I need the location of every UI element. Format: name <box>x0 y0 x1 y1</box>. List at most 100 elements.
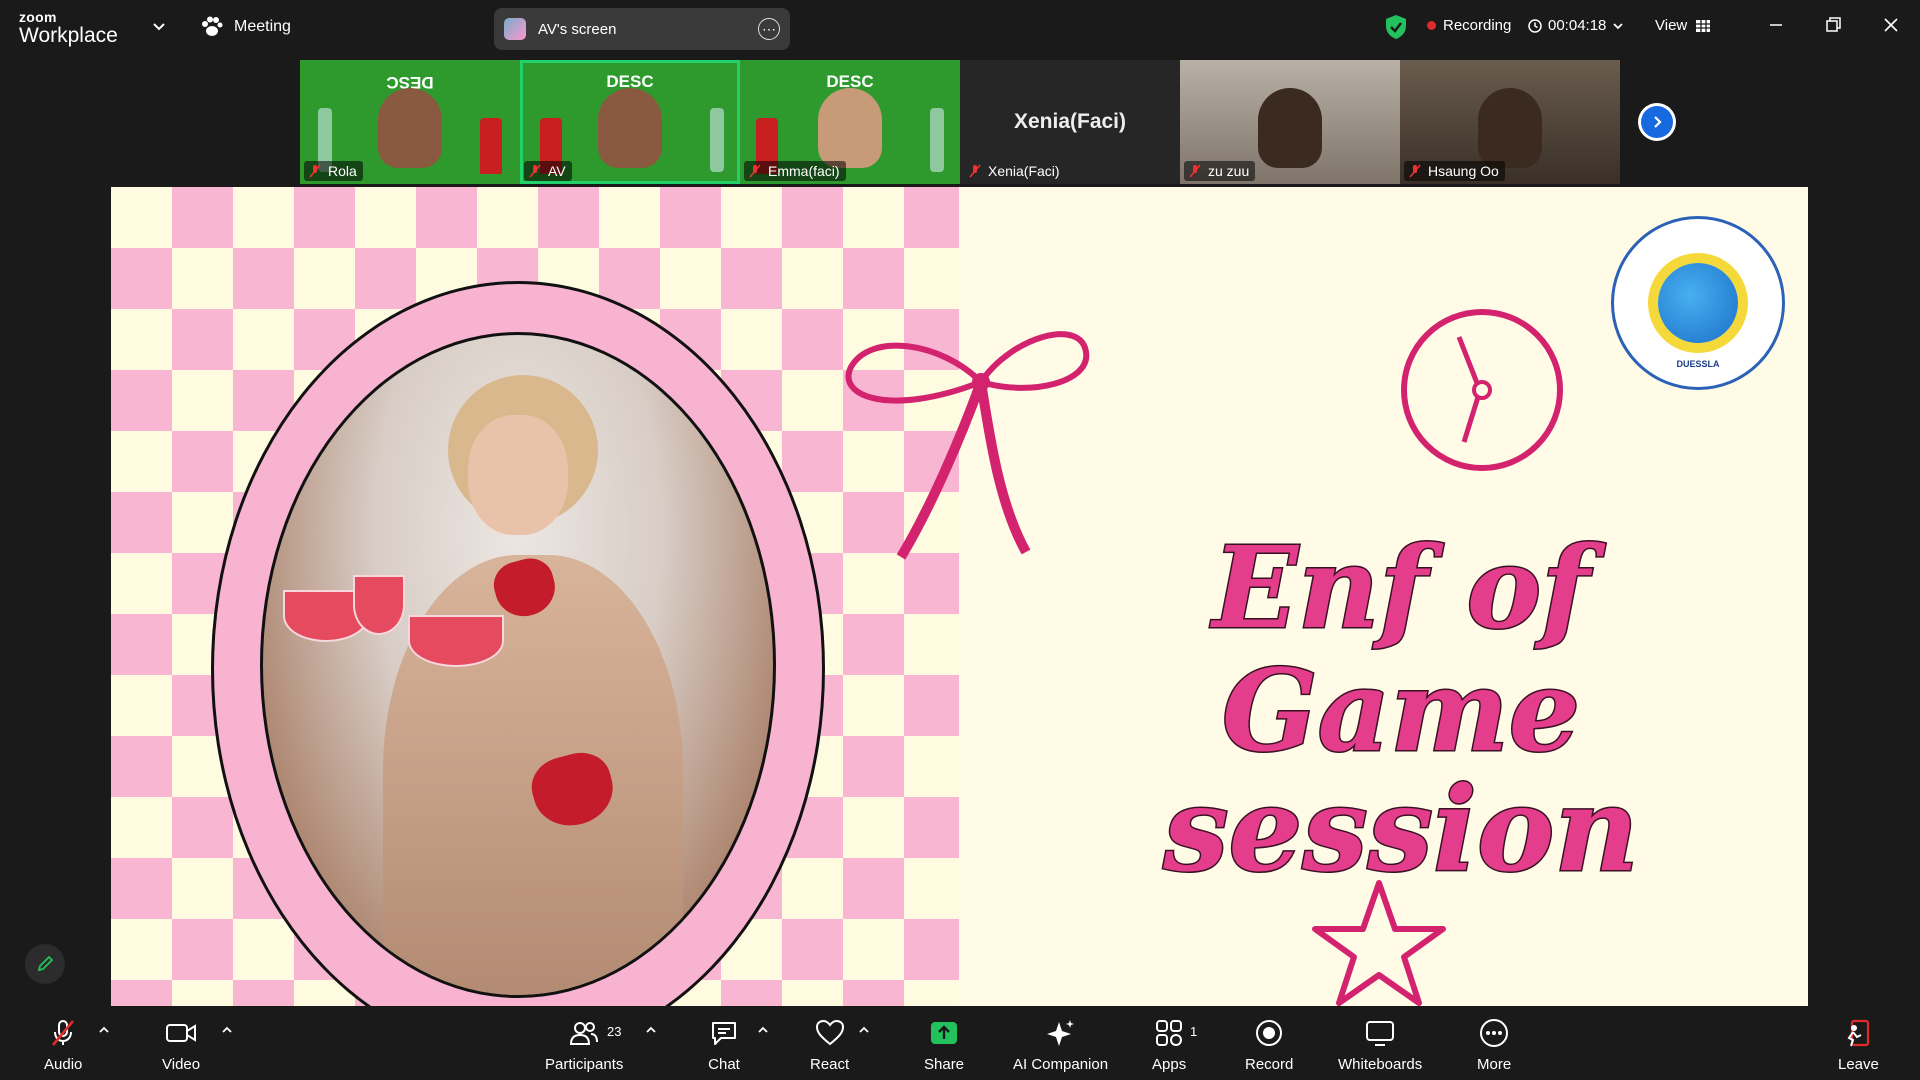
paw-icon <box>202 16 223 36</box>
participant-tile-active[interactable]: DESC AV <box>520 60 740 184</box>
participant-name: Emma(faci) <box>768 163 840 179</box>
chevron-up-icon[interactable] <box>858 1024 870 1036</box>
participant-nametag: Emma(faci) <box>744 161 846 181</box>
participant-tile[interactable]: DESC Rola <box>300 60 520 184</box>
leave-button[interactable]: Leave <box>1838 1016 1879 1073</box>
globe-icon <box>1658 263 1738 343</box>
annotate-pencil-button[interactable] <box>25 944 65 984</box>
participants-label: Participants <box>545 1056 624 1073</box>
chevron-up-icon[interactable] <box>98 1024 110 1036</box>
record-label: Record <box>1245 1056 1294 1073</box>
app-brand: zoom Workplace <box>19 10 118 46</box>
ai-companion-button[interactable]: AI Companion <box>1013 1016 1108 1073</box>
apps-button[interactable]: Apps <box>1152 1016 1186 1073</box>
slide-title-line1: Enf of Game <box>1211 523 1591 778</box>
top-bar: zoom Workplace Meeting AV's screen ⋯ Rec… <box>0 0 1920 56</box>
pencil-icon <box>37 955 54 972</box>
photo-figure-face <box>468 415 568 535</box>
participant-video <box>1478 88 1542 168</box>
phone-box-graphic <box>480 118 502 174</box>
whiteboards-label: Whiteboards <box>1338 1056 1423 1073</box>
chevron-up-icon[interactable] <box>221 1024 233 1036</box>
participant-tile[interactable]: DESC Emma(faci) <box>740 60 960 184</box>
audio-label: Audio <box>44 1056 83 1073</box>
participant-name: Rola <box>328 163 357 179</box>
timer-value: 00:04:18 <box>1548 17 1607 34</box>
apps-icon <box>1152 1016 1186 1050</box>
participants-count: 23 <box>607 1024 622 1039</box>
screen-share-label: AV's screen <box>538 20 617 38</box>
participant-name: zu zuu <box>1208 163 1250 179</box>
meeting-timer[interactable]: 00:04:18 <box>1528 17 1624 34</box>
cocktail-glass <box>408 615 504 667</box>
recording-indicator[interactable]: Recording <box>1427 17 1511 34</box>
share-button[interactable]: Share <box>924 1016 964 1073</box>
recording-label: Recording <box>1443 17 1512 34</box>
chat-button[interactable]: Chat <box>707 1016 741 1073</box>
chat-label: Chat <box>708 1056 740 1073</box>
participant-tile[interactable]: Xenia(Faci) Xenia(Faci) <box>960 60 1180 184</box>
more-label: More <box>1477 1056 1512 1073</box>
camera-icon <box>164 1016 198 1050</box>
record-button[interactable]: Record <box>1245 1016 1293 1073</box>
chevron-right-icon <box>1641 106 1673 138</box>
grid-view-icon <box>1696 19 1711 32</box>
seal-text: DUESSLA <box>1676 359 1720 369</box>
party-photo <box>260 332 776 998</box>
record-icon <box>1252 1016 1286 1050</box>
participant-video <box>1258 88 1322 168</box>
brand-small: zoom <box>19 9 57 25</box>
react-label: React <box>810 1056 850 1073</box>
sparkle-icon <box>1044 1016 1078 1050</box>
participant-video <box>378 88 442 168</box>
screen-share-pill[interactable]: AV's screen ⋯ <box>494 8 790 50</box>
close-icon[interactable] <box>1880 14 1902 36</box>
participant-nametag: Xenia(Faci) <box>964 161 1066 181</box>
chevron-down-icon <box>1613 22 1624 29</box>
participant-tile[interactable]: zu zuu <box>1180 60 1400 184</box>
shared-screen-slide: Enf of Game session DUESSLA <box>111 187 1808 1006</box>
participant-strip: DESC Rola DESC AV DESC Emma(faci) Xenia(… <box>300 60 1620 184</box>
participant-nametag: Hsaung Oo <box>1404 161 1505 181</box>
share-screen-icon <box>927 1016 961 1050</box>
cocktail-glass <box>353 575 405 635</box>
react-button[interactable]: React <box>810 1016 849 1073</box>
organization-seal-logo: DUESSLA <box>1611 216 1785 390</box>
apps-count: 1 <box>1190 1024 1198 1039</box>
chevron-down-icon[interactable] <box>152 19 166 33</box>
meeting-menu[interactable]: Meeting <box>200 16 291 38</box>
slide-title-line2: session <box>1162 762 1641 899</box>
whiteboards-button[interactable]: Whiteboards <box>1338 1016 1422 1073</box>
ai-companion-label: AI Companion <box>1013 1056 1109 1073</box>
participants-icon <box>567 1016 601 1050</box>
participant-display-name: Xenia(Faci) <box>1013 110 1127 133</box>
participant-tile[interactable]: Hsaung Oo <box>1400 60 1620 184</box>
more-button[interactable]: More <box>1477 1016 1511 1073</box>
participant-name: AV <box>548 163 566 179</box>
mic-muted-icon <box>529 164 541 178</box>
statue-graphic <box>710 108 724 172</box>
view-menu[interactable]: View <box>1655 17 1711 34</box>
brand-big: Workplace <box>19 24 118 47</box>
participant-name: Hsaung Oo <box>1428 163 1499 179</box>
recording-dot-icon <box>1427 21 1436 30</box>
mic-muted-icon <box>1189 164 1201 178</box>
heart-icon <box>813 1016 847 1050</box>
shield-check-icon[interactable] <box>1384 14 1408 40</box>
leave-icon <box>1841 1016 1875 1050</box>
video-button[interactable]: Video <box>162 1016 200 1073</box>
chevron-up-icon[interactable] <box>757 1024 769 1036</box>
minimize-icon[interactable] <box>1765 14 1787 36</box>
video-label: Video <box>162 1056 201 1073</box>
participant-nametag: AV <box>524 161 572 181</box>
participant-nametag: zu zuu <box>1184 161 1256 181</box>
audio-button[interactable]: Audio <box>44 1016 82 1073</box>
more-options-icon[interactable]: ⋯ <box>758 18 780 40</box>
whiteboard-icon <box>1363 1016 1397 1050</box>
chevron-up-icon[interactable] <box>645 1024 657 1036</box>
chat-icon <box>707 1016 741 1050</box>
participant-video <box>818 88 882 168</box>
view-label: View <box>1655 17 1688 34</box>
restore-icon[interactable] <box>1822 14 1844 36</box>
next-page-button[interactable] <box>1638 103 1676 141</box>
